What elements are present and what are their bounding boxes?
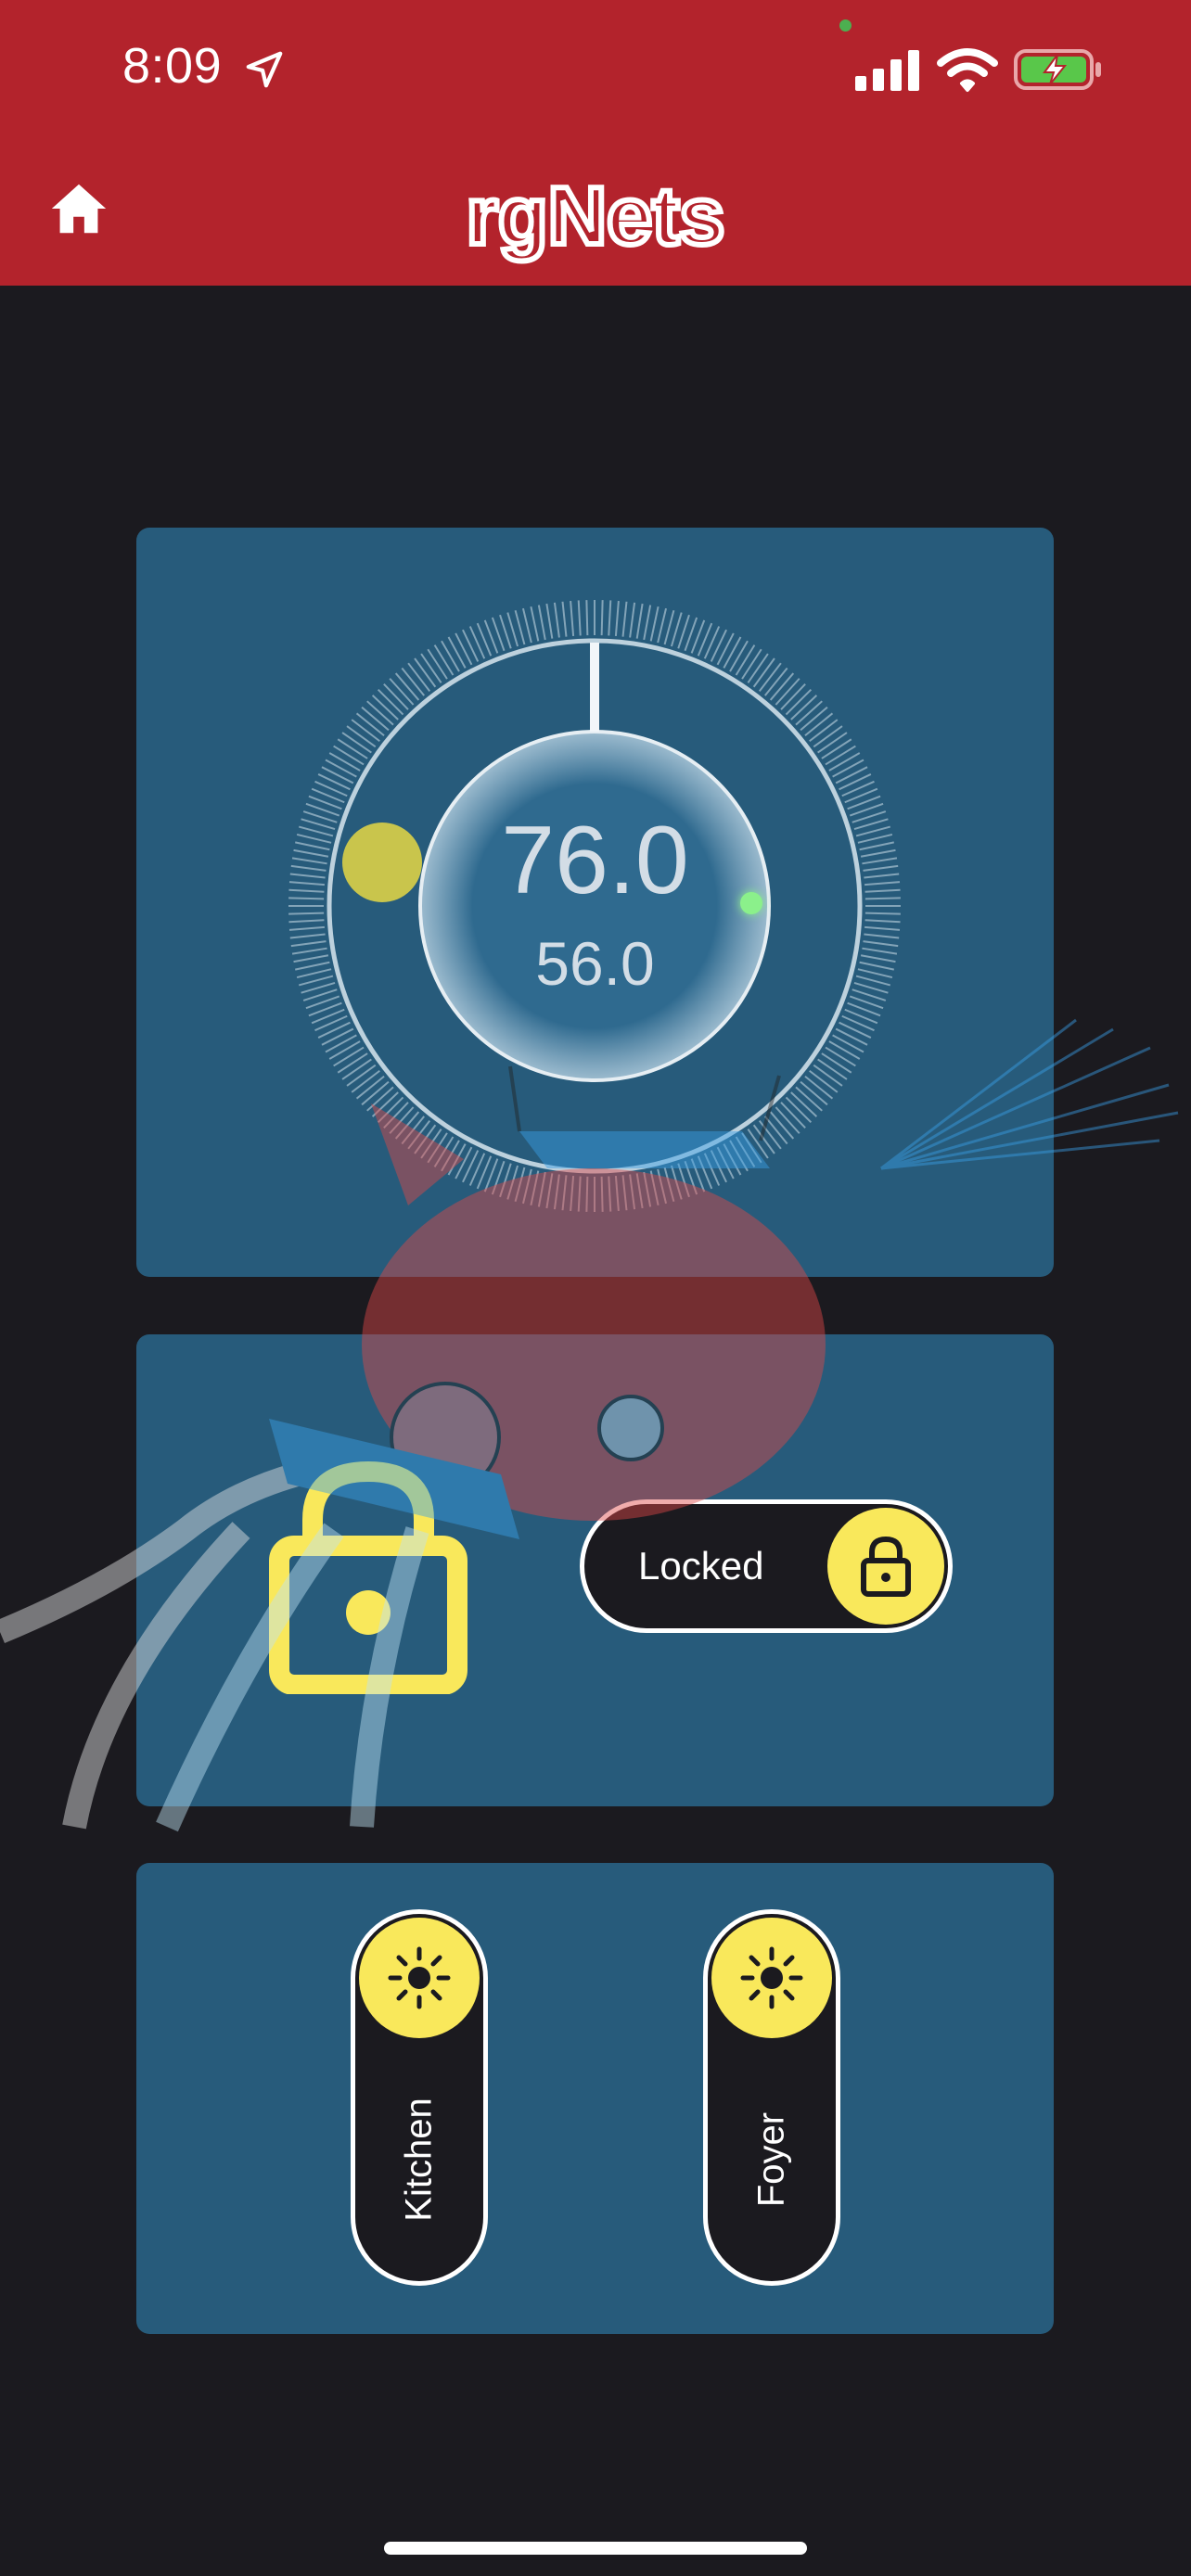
kitchen-light-toggle[interactable]: Kitchen (351, 1909, 488, 2286)
app-header: 8:09 rgNets (0, 0, 1191, 286)
location-arrow-icon (246, 51, 283, 88)
signal-bars-icon (855, 50, 919, 91)
home-icon[interactable] (46, 176, 111, 241)
kitchen-light-label: Kitchen (398, 2098, 440, 2222)
lock-toggle-thumb (827, 1508, 944, 1625)
lock-card: Locked (136, 1334, 1054, 1806)
home-indicator[interactable] (384, 2542, 807, 2555)
lock-toggle[interactable]: Locked (580, 1499, 953, 1633)
foyer-light-label: Foyer (750, 2111, 792, 2208)
svg-text:rgNets: rgNets (467, 172, 725, 261)
wifi-icon (937, 48, 998, 92)
thermostat-card: 76.0 56.0 (136, 528, 1054, 1277)
lights-card: Kitchen Foyer (136, 1863, 1054, 2334)
sun-icon (388, 1946, 451, 2009)
rgnets-logo: rgNets (464, 172, 728, 264)
lock-icon (861, 1536, 911, 1597)
setpoint-marker (590, 643, 599, 732)
foyer-light-toggle[interactable]: Foyer (703, 1909, 840, 2286)
padlock-icon (269, 1460, 467, 1694)
light-toggle-thumb (711, 1918, 832, 2038)
lock-state-label: Locked (638, 1544, 764, 1588)
battery-charging-icon (1014, 49, 1101, 90)
sun-icon (740, 1946, 803, 2009)
light-toggle-thumb (359, 1918, 480, 2038)
setpoint-temperature: 56.0 (535, 929, 655, 998)
status-time: 8:09 (122, 38, 223, 94)
privacy-indicator-dot (839, 19, 852, 32)
current-temperature: 76.0 (501, 807, 689, 914)
